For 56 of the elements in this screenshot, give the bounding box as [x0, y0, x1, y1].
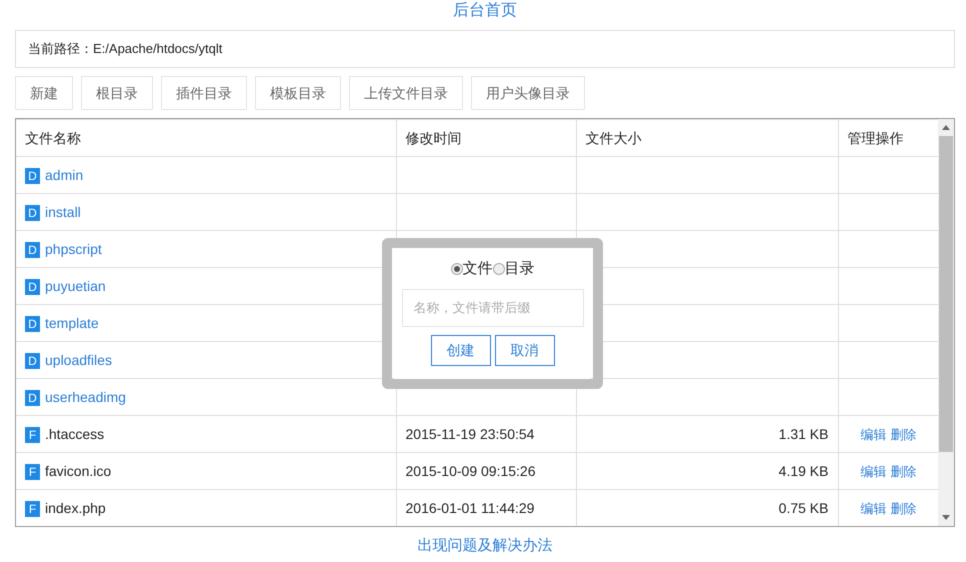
- radio-button[interactable]: [450, 263, 462, 276]
- edit-link[interactable]: 编辑: [860, 500, 886, 516]
- folder-icon: D: [25, 242, 40, 258]
- scrollbar-thumb[interactable]: [939, 136, 953, 452]
- folder-link[interactable]: uploadfiles: [45, 352, 112, 368]
- toolbar-button[interactable]: 插件目录: [161, 76, 247, 110]
- file-name: favicon.ico: [45, 462, 112, 478]
- folder-link[interactable]: puyuetian: [45, 278, 106, 294]
- radio-label: 目录: [504, 259, 534, 279]
- create-button[interactable]: 创建: [430, 334, 490, 366]
- cancel-button[interactable]: 取消: [494, 334, 554, 366]
- file-name: index.php: [45, 500, 106, 516]
- edit-link[interactable]: 编辑: [860, 464, 886, 478]
- delete-link[interactable]: 删除: [890, 464, 916, 478]
- file-icon: F: [25, 426, 40, 443]
- help-link[interactable]: 出现问题及解决办法: [418, 537, 552, 554]
- home-link[interactable]: 后台首页: [453, 2, 517, 19]
- file-size: 0.75 KB: [778, 500, 828, 516]
- scrollbar[interactable]: [938, 119, 954, 526]
- scroll-up-icon[interactable]: [942, 125, 950, 130]
- toolbar-button[interactable]: 新建: [15, 76, 73, 110]
- toolbar-button[interactable]: 用户头像目录: [471, 76, 585, 110]
- modified-time: 2016-01-01 11:44:29: [406, 500, 534, 516]
- column-header: 文件名称: [16, 120, 396, 156]
- folder-link[interactable]: template: [45, 314, 99, 330]
- radio-label: 文件: [462, 259, 492, 279]
- edit-link[interactable]: 编辑: [860, 426, 886, 442]
- file-icon: F: [25, 500, 40, 517]
- name-input[interactable]: 名称，文件请带后缀: [402, 288, 584, 326]
- folder-link[interactable]: admin: [45, 166, 84, 182]
- path-label: 当前路径：: [28, 40, 93, 58]
- folder-icon: D: [25, 316, 40, 332]
- folder-link[interactable]: install: [45, 204, 81, 220]
- folder-icon: D: [25, 352, 40, 369]
- modified-time: 2015-10-09 09:15:26: [406, 462, 536, 478]
- folder-icon: D: [25, 390, 40, 406]
- folder-icon: D: [25, 204, 40, 221]
- radio-button[interactable]: [492, 263, 504, 276]
- column-header: 修改时间: [396, 120, 576, 156]
- scroll-down-icon[interactable]: [942, 515, 950, 520]
- toolbar-button[interactable]: 模板目录: [255, 76, 341, 110]
- file-name: .htaccess: [45, 426, 104, 442]
- delete-link[interactable]: 删除: [890, 426, 916, 442]
- toolbar-button[interactable]: 上传文件目录: [349, 76, 463, 110]
- folder-link[interactable]: phpscript: [45, 240, 102, 256]
- folder-link[interactable]: userheadimg: [45, 388, 126, 404]
- column-header: 文件大小: [576, 120, 838, 156]
- file-size: 1.31 KB: [778, 426, 828, 442]
- delete-link[interactable]: 删除: [890, 500, 916, 516]
- folder-icon: D: [25, 278, 40, 295]
- path-value: E:/Apache/htdocs/ytqlt: [93, 40, 222, 58]
- toolbar-button[interactable]: 根目录: [81, 76, 153, 110]
- modified-time: 2015-11-19 23:50:54: [406, 426, 534, 442]
- file-size: 4.19 KB: [778, 462, 828, 478]
- file-icon: F: [25, 464, 40, 480]
- folder-icon: D: [25, 168, 40, 184]
